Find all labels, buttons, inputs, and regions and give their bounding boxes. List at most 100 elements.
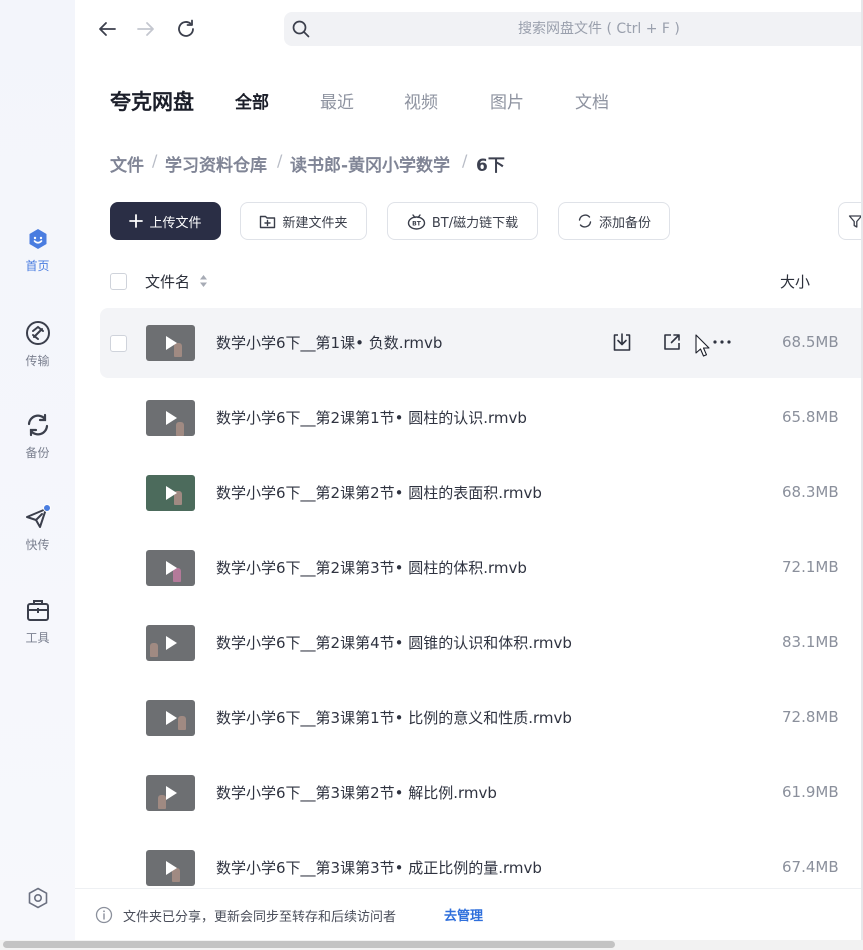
play-icon xyxy=(166,711,177,725)
breadcrumb-current: 6下 xyxy=(476,156,505,176)
sidebar-item-label: 备份 xyxy=(25,446,50,460)
video-thumbnail xyxy=(146,550,195,586)
tab-recent[interactable]: 最近 xyxy=(320,88,354,113)
play-icon xyxy=(166,486,177,500)
transfer-icon xyxy=(25,321,50,345)
new-folder-button[interactable]: 新建文件夹 xyxy=(240,202,367,240)
more-dots-icon xyxy=(713,340,731,344)
file-size: 72.8MB xyxy=(782,708,839,726)
more-options-button[interactable] xyxy=(710,330,734,354)
horizontal-scrollbar[interactable] xyxy=(0,940,863,950)
breadcrumb-item[interactable]: 文件 xyxy=(110,151,144,176)
info-icon xyxy=(95,906,113,924)
file-size: 68.3MB xyxy=(782,483,839,501)
share-button[interactable] xyxy=(660,330,684,354)
sidebar-item-label: 传输 xyxy=(25,354,50,368)
filter-button[interactable] xyxy=(838,202,863,240)
bt-magnet-download-button[interactable]: BT BT/磁力链下载 xyxy=(387,202,538,240)
table-row[interactable]: 数学小学6下__第1课• 负数.rmvb 68.5MB xyxy=(100,308,863,378)
scrollbar-thumb[interactable] xyxy=(3,941,615,948)
sidebar-item-quick-send[interactable]: 快传 xyxy=(0,504,75,574)
tab-video[interactable]: 视频 xyxy=(404,88,438,113)
table-row[interactable]: 数学小学6下__第2课第3节• 圆柱的体积.rmvb 72.1MB xyxy=(100,533,863,603)
file-name[interactable]: 数学小学6下__第2课第2节• 圆柱的表面积.rmvb xyxy=(216,482,542,503)
share-icon xyxy=(664,334,680,350)
tab-document[interactable]: 文档 xyxy=(575,88,609,113)
upload-button[interactable]: 上传文件 xyxy=(110,202,221,240)
video-thumbnail xyxy=(146,625,195,661)
column-header-size[interactable]: 大小 xyxy=(780,271,810,292)
row-checkbox[interactable] xyxy=(110,335,127,352)
brand-title: 夸克网盘 xyxy=(110,90,194,114)
sidebar-item-home[interactable]: 首页 xyxy=(0,227,75,297)
send-plane-icon xyxy=(25,504,51,528)
file-size: 67.4MB xyxy=(782,858,839,876)
sidebar-item-label: 工具 xyxy=(25,631,50,645)
tab-all[interactable]: 全部 xyxy=(235,88,269,113)
arrow-left-icon xyxy=(99,22,116,36)
table-row[interactable]: 数学小学6下__第3课第1节• 比例的意义和性质.rmvb 72.8MB xyxy=(100,683,863,753)
sort-icon[interactable] xyxy=(199,273,208,289)
sidebar: 首页 传输 备份 快传 工具 xyxy=(0,0,75,950)
file-name[interactable]: 数学小学6下__第2课第4节• 圆锥的认识和体积.rmvb xyxy=(216,632,572,653)
video-thumbnail xyxy=(146,775,195,811)
plus-icon xyxy=(129,214,144,228)
bt-icon: BT xyxy=(407,213,426,230)
video-thumbnail xyxy=(146,850,195,886)
video-thumbnail xyxy=(146,700,195,736)
table-row[interactable]: 数学小学6下__第3课第2节• 解比例.rmvb 61.9MB xyxy=(100,758,863,828)
play-icon xyxy=(166,336,177,350)
breadcrumb-item[interactable]: 读书郎-黄冈小学数学 xyxy=(290,151,450,176)
refresh-button[interactable] xyxy=(173,16,199,42)
sidebar-item-transfer[interactable]: 传输 xyxy=(0,320,75,390)
file-name[interactable]: 数学小学6下__第3课第1节• 比例的意义和性质.rmvb xyxy=(216,707,572,728)
backup-sync-icon xyxy=(578,214,592,228)
sidebar-item-label: 快传 xyxy=(25,538,50,552)
download-icon xyxy=(613,333,631,351)
play-icon xyxy=(166,561,177,575)
download-button[interactable] xyxy=(610,330,634,354)
file-size: 61.9MB xyxy=(782,783,839,801)
file-name[interactable]: 数学小学6下__第1课• 负数.rmvb xyxy=(216,332,442,353)
breadcrumb-separator: / xyxy=(152,151,158,170)
mouse-cursor-icon xyxy=(695,334,710,357)
search-box[interactable] xyxy=(284,12,863,46)
table-row[interactable]: 数学小学6下__第2课第1节• 圆柱的认识.rmvb 65.8MB xyxy=(100,383,863,453)
file-size: 68.5MB xyxy=(782,333,839,351)
sidebar-item-backup[interactable]: 备份 xyxy=(0,412,75,482)
share-notice-text: 文件夹已分享，更新会同步至转存和后续访问者 xyxy=(123,910,397,925)
table-row[interactable]: 数学小学6下__第2课第2节• 圆柱的表面积.rmvb 68.3MB xyxy=(100,458,863,528)
toolbox-icon xyxy=(26,600,49,621)
sidebar-item-label: 首页 xyxy=(25,259,50,273)
select-all-checkbox[interactable] xyxy=(110,273,127,290)
arrow-right-icon xyxy=(137,22,154,36)
file-name[interactable]: 数学小学6下__第2课第1节• 圆柱的认识.rmvb xyxy=(216,407,527,428)
file-size: 65.8MB xyxy=(782,408,839,426)
settings-hexagon-icon[interactable] xyxy=(26,886,50,910)
add-backup-button[interactable]: 添加备份 xyxy=(558,202,670,240)
forward-button[interactable] xyxy=(133,16,159,42)
play-icon xyxy=(166,411,177,425)
file-name[interactable]: 数学小学6下__第3课第3节• 成正比例的量.rmvb xyxy=(216,857,542,878)
sidebar-item-tools[interactable]: 工具 xyxy=(0,597,75,667)
video-thumbnail xyxy=(146,325,195,361)
table-row[interactable]: 数学小学6下__第2课第4节• 圆锥的认识和体积.rmvb 83.1MB xyxy=(100,608,863,678)
file-name[interactable]: 数学小学6下__第3课第2节• 解比例.rmvb xyxy=(216,782,497,803)
breadcrumb-item[interactable]: 学习资料仓库 xyxy=(165,151,267,176)
search-input[interactable] xyxy=(324,12,854,46)
video-thumbnail xyxy=(146,475,195,511)
refresh-icon xyxy=(178,19,194,37)
file-size: 72.1MB xyxy=(782,558,839,576)
tab-image[interactable]: 图片 xyxy=(490,88,524,113)
file-name[interactable]: 数学小学6下__第2课第3节• 圆柱的体积.rmvb xyxy=(216,557,527,578)
manage-link[interactable]: 去管理 xyxy=(444,905,483,924)
search-icon xyxy=(292,20,310,38)
play-icon xyxy=(166,786,177,800)
breadcrumb-separator: / xyxy=(277,151,283,170)
back-button[interactable] xyxy=(94,16,120,42)
play-icon xyxy=(166,861,177,875)
column-header-name[interactable]: 文件名 xyxy=(145,271,190,292)
breadcrumb-separator: / xyxy=(462,151,468,170)
share-notice-bar: 文件夹已分享，更新会同步至转存和后续访问者 去管理 xyxy=(75,888,863,938)
quark-drive-window: 首页 传输 备份 快传 工具 搜索网盘文件 (Ctrl + F) 夸克网盘 … xyxy=(0,0,863,950)
